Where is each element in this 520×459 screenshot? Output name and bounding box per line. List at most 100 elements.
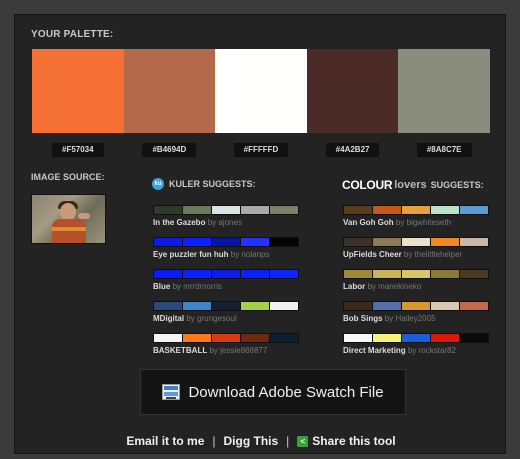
suggestion-by: by xyxy=(209,346,218,355)
colourlovers-suggestion-strip[interactable] xyxy=(343,269,489,279)
download-swatch-button[interactable]: Download Adobe Swatch File xyxy=(140,369,406,415)
suggestion-title[interactable]: Bob Sings xyxy=(343,314,383,323)
colourlovers-suggestion[interactable]: UpFields Cheer by thelittlehelper xyxy=(343,237,489,259)
colourlovers-suggestion-caption: Labor by manekineko xyxy=(343,282,489,291)
suggestion-color-chip xyxy=(402,334,430,342)
suggestion-color-chip xyxy=(344,334,372,342)
suggestion-author[interactable]: thelittlehelper xyxy=(415,250,463,259)
email-link[interactable]: Email it to me xyxy=(126,434,204,448)
colourlovers-suggestion[interactable]: Bob Sings by Hailey2005 xyxy=(343,301,489,323)
palette-swatch[interactable] xyxy=(398,49,490,133)
hex-label-cell: #FFFFFD xyxy=(215,143,307,157)
footer-separator: | xyxy=(286,434,290,448)
hex-label: #4A2B27 xyxy=(325,143,380,157)
palette-swatch[interactable] xyxy=(123,49,216,133)
suggestion-color-chip xyxy=(183,334,211,342)
colourlovers-suggestion[interactable]: Van Goh Goh by bigwhiteseth xyxy=(343,205,489,227)
suggestion-author[interactable]: Hailey2005 xyxy=(395,314,435,323)
kuler-suggestion-strip[interactable] xyxy=(153,333,299,343)
hex-label: #FFFFFD xyxy=(233,143,289,157)
suggestion-color-chip xyxy=(212,302,240,310)
suggestion-color-chip xyxy=(373,334,401,342)
suggestion-color-chip xyxy=(270,238,298,246)
suggestion-color-chip xyxy=(431,206,459,214)
suggestion-color-chip xyxy=(241,334,269,342)
colourlovers-suggestion-strip[interactable] xyxy=(343,205,489,215)
suggestion-color-chip xyxy=(212,238,240,246)
photo-stripe xyxy=(52,227,86,231)
suggestion-color-chip xyxy=(270,270,298,278)
suggestion-by: by xyxy=(186,314,195,323)
digg-link[interactable]: Digg This xyxy=(224,434,279,448)
colourlovers-suggestion[interactable]: Direct Marketing by rockstar82 xyxy=(343,333,489,355)
palette-panel: YOUR PALETTE: #F57034 #B4694D #FFFFFD #4A2B… xyxy=(14,14,506,454)
kuler-suggestion-caption: MDigital by grungesoul xyxy=(153,314,299,323)
kuler-suggestion[interactable]: MDigital by grungesoul xyxy=(153,301,299,323)
suggestion-color-chip xyxy=(431,270,459,278)
suggestion-author[interactable]: mrrdmorris xyxy=(183,282,222,291)
palette-swatch[interactable] xyxy=(306,49,399,133)
kuler-suggestion-strip[interactable] xyxy=(153,269,299,279)
suggestion-title[interactable]: Van Goh Goh xyxy=(343,218,394,227)
colourlovers-suggestion-caption: Direct Marketing by rockstar82 xyxy=(343,346,489,355)
kuler-suggestion[interactable]: Blue by mrrdmorris xyxy=(153,269,299,291)
suggestion-color-chip xyxy=(154,238,182,246)
suggestion-color-chip xyxy=(212,270,240,278)
kuler-suggestion-strip[interactable] xyxy=(153,301,299,311)
suggestion-title[interactable]: Labor xyxy=(343,282,365,291)
suggestion-title[interactable]: Eye puzzler fun huh xyxy=(153,250,229,259)
suggestion-title[interactable]: Blue xyxy=(153,282,170,291)
kuler-suggestion[interactable]: BASKETBALL by jessie888877 xyxy=(153,333,299,355)
colourlovers-suggestion-strip[interactable] xyxy=(343,333,489,343)
suggestion-color-chip xyxy=(154,334,182,342)
download-swatch-label: Download Adobe Swatch File xyxy=(188,383,384,401)
suggestion-color-chip xyxy=(373,238,401,246)
colourlovers-suggestion-caption: UpFields Cheer by thelittlehelper xyxy=(343,250,489,259)
colourlovers-suggestion-strip[interactable] xyxy=(343,237,489,247)
suggestion-author[interactable]: jessie888877 xyxy=(220,346,267,355)
kuler-suggestion-caption: Blue by mrrdmorris xyxy=(153,282,299,291)
suggestion-title[interactable]: UpFields Cheer xyxy=(343,250,402,259)
colourlovers-suggestion[interactable]: Labor by manekineko xyxy=(343,269,489,291)
photo-hand xyxy=(78,213,90,219)
suggestion-by: by xyxy=(367,282,376,291)
kuler-suggestion[interactable]: Eye puzzler fun huh by nolanps xyxy=(153,237,299,259)
suggestion-color-chip xyxy=(402,238,430,246)
suggestion-by: by xyxy=(172,282,182,291)
suggestion-title[interactable]: BASKETBALL xyxy=(153,346,207,355)
suggestion-color-chip xyxy=(154,302,182,310)
hex-label: #F57034 xyxy=(52,143,104,157)
suggestion-color-chip xyxy=(344,302,372,310)
hex-label: #8A8C7E xyxy=(416,143,472,157)
kuler-suggestion[interactable]: In the Gazebo by ajones xyxy=(153,205,299,227)
colourlovers-suggestion-strip[interactable] xyxy=(343,301,489,311)
suggestion-color-chip xyxy=(373,270,401,278)
suggestion-author[interactable]: nolanps xyxy=(241,250,269,259)
share-link[interactable]: Share this tool xyxy=(312,434,395,448)
kuler-suggestion-caption: In the Gazebo by ajones xyxy=(153,218,299,227)
suggestion-author[interactable]: bigwhiteseth xyxy=(407,218,451,227)
suggestion-color-chip xyxy=(460,238,488,246)
suggestion-color-chip xyxy=(431,334,459,342)
suggestion-author[interactable]: grungesoul xyxy=(197,314,237,323)
suggestion-title[interactable]: Direct Marketing xyxy=(343,346,406,355)
palette-swatch[interactable] xyxy=(215,49,307,133)
suggestion-author[interactable]: manekineko xyxy=(378,282,421,291)
colourlovers-heading: COLOUR lovers SUGGESTS: xyxy=(342,178,484,192)
suggestion-author[interactable]: rockstar82 xyxy=(419,346,456,355)
palette-swatch[interactable] xyxy=(32,49,124,133)
palette-swatches xyxy=(32,49,490,133)
suggestion-author[interactable]: ajones xyxy=(218,218,242,227)
kuler-suggestion-strip[interactable] xyxy=(153,205,299,215)
source-image[interactable] xyxy=(31,194,106,244)
kuler-suggestion-strip[interactable] xyxy=(153,237,299,247)
suggestion-title[interactable]: In the Gazebo xyxy=(153,218,205,227)
kuler-heading: ku KULER SUGGESTS: xyxy=(152,178,256,190)
share-icon[interactable]: < xyxy=(297,435,309,447)
suggestion-color-chip xyxy=(460,270,488,278)
image-source-heading: IMAGE SOURCE: xyxy=(31,172,105,182)
colourlovers-logo: COLOUR xyxy=(342,178,393,192)
suggestion-color-chip xyxy=(431,302,459,310)
suggestion-by: by xyxy=(207,218,217,227)
suggestion-title[interactable]: MDigital xyxy=(153,314,184,323)
